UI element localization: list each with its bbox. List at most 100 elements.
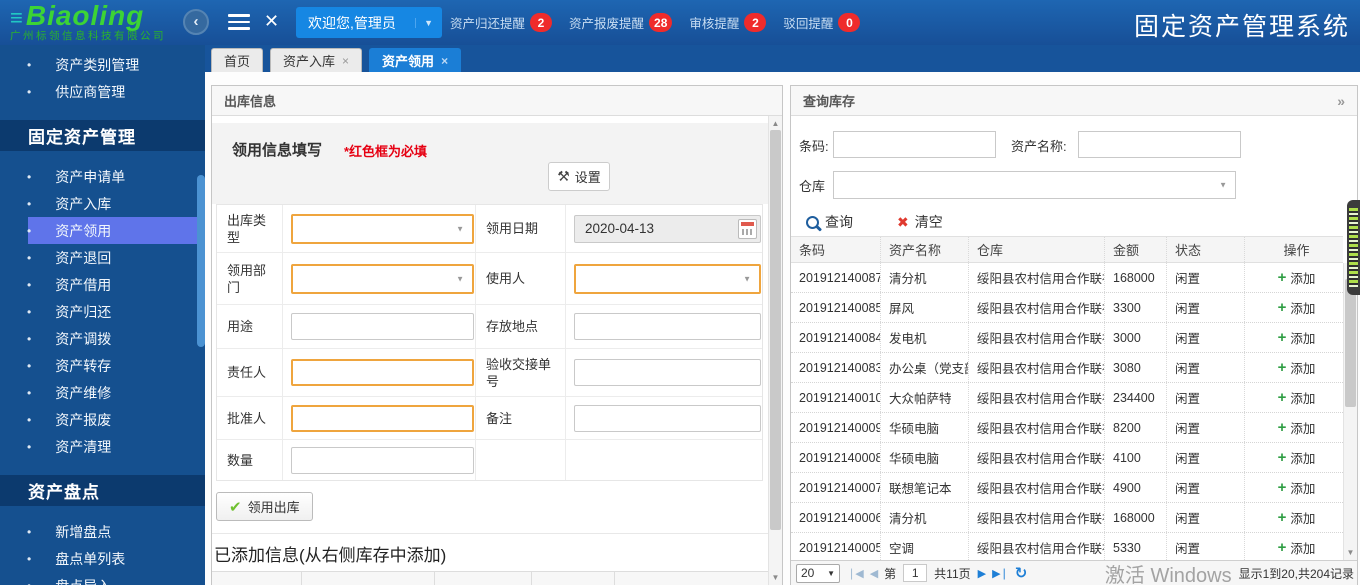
settings-button[interactable]: ⚒ 设置 xyxy=(548,162,610,191)
add-label: 添加 xyxy=(1290,328,1315,347)
add-action-button[interactable]: +添加 xyxy=(1245,353,1343,382)
tab-close-icon[interactable]: × xyxy=(441,54,448,68)
table-row[interactable]: 201912140087清分机绥阳县农村信用合作联社刘168000闲置+添加 xyxy=(791,263,1343,293)
outbound-scrollbar[interactable]: ▲ ▼ xyxy=(768,116,782,585)
table-row[interactable]: 201912140083办公桌（党支部办绥阳县农村信用合作联社刘3080闲置+添… xyxy=(791,353,1343,383)
warehouse-select[interactable]: ▼ xyxy=(833,171,1236,199)
form-text-input[interactable] xyxy=(291,447,474,474)
sidebar-item[interactable]: •盘点单列表 xyxy=(0,545,205,572)
check-icon: ✔ xyxy=(229,498,242,516)
cell-status: 闲置 xyxy=(1167,323,1245,352)
sidebar-item[interactable]: •资产转存 xyxy=(0,352,205,379)
add-action-button[interactable]: +添加 xyxy=(1245,323,1343,352)
form-field-cell: 2020-04-13 xyxy=(566,205,762,253)
close-icon[interactable]: ✕ xyxy=(264,11,279,32)
sidebar-item[interactable]: •资产调拨 xyxy=(0,325,205,352)
sidebar-item[interactable]: •盘点导入 xyxy=(0,572,205,585)
add-action-button[interactable]: +添加 xyxy=(1245,263,1343,292)
table-row[interactable]: 201912140085屏风绥阳县农村信用合作联社刘3300闲置+添加 xyxy=(791,293,1343,323)
search-button[interactable]: 查询 xyxy=(806,212,853,232)
asset-name-input[interactable] xyxy=(1078,131,1241,158)
column-header: 仓库 xyxy=(969,237,1105,262)
sidebar-item[interactable]: •资产报废 xyxy=(0,406,205,433)
table-row[interactable]: 201912140008华硕电脑绥阳县农村信用合作联社刘4100闲置+添加 xyxy=(791,443,1343,473)
sidebar-item[interactable]: •资产退回 xyxy=(0,244,205,271)
sidebar-item[interactable]: •资产清理 xyxy=(0,433,205,460)
tab-close-icon[interactable]: × xyxy=(342,54,349,68)
scrollbar-thumb[interactable] xyxy=(770,130,781,530)
table-row[interactable]: 201912140007联想笔记本绥阳县农村信用合作联社刘4900闲置+添加 xyxy=(791,473,1343,503)
sidebar-item[interactable]: •资产归还 xyxy=(0,298,205,325)
bullet-icon: • xyxy=(27,332,31,346)
inventory-scrollbar[interactable]: ▲ ▼ xyxy=(1343,263,1357,560)
add-action-button[interactable]: +添加 xyxy=(1245,383,1343,412)
notification-item[interactable]: 审核提醒2 xyxy=(689,13,766,32)
sidebar-collapse-button[interactable]: ‹ xyxy=(183,9,209,35)
form-text-input[interactable] xyxy=(291,313,474,340)
notification-item[interactable]: 资产归还提醒2 xyxy=(450,13,552,32)
page-number-input[interactable]: 1 xyxy=(903,564,927,582)
table-row[interactable]: 201912140009华硕电脑绥阳县农村信用合作联社刘8200闲置+添加 xyxy=(791,413,1343,443)
sidebar-item[interactable]: •资产维修 xyxy=(0,379,205,406)
form-text-input[interactable] xyxy=(574,313,761,340)
first-page-button[interactable]: ❘◀ xyxy=(847,567,863,580)
date-input[interactable]: 2020-04-13 xyxy=(574,215,761,243)
form-select[interactable]: ▼ xyxy=(291,264,474,294)
plus-icon: + xyxy=(1278,299,1287,316)
welcome-user-button[interactable]: 欢迎您,管理员 ▼ xyxy=(296,7,442,38)
page-size-select[interactable]: 20 ▼ xyxy=(796,564,840,583)
calendar-icon[interactable] xyxy=(738,219,757,239)
requisition-submit-button[interactable]: ✔ 领用出库 xyxy=(216,492,313,521)
form-text-input[interactable] xyxy=(291,405,474,432)
notification-item[interactable]: 驳回提醒0 xyxy=(783,13,860,32)
form-select[interactable]: ▼ xyxy=(291,214,474,244)
add-action-button[interactable]: +添加 xyxy=(1245,293,1343,322)
form-field-label: 责任人 xyxy=(217,349,283,397)
scroll-down-icon[interactable]: ▼ xyxy=(769,573,782,582)
notification-item[interactable]: 资产报废提醒28 xyxy=(569,13,672,32)
last-page-button[interactable]: ▶❘ xyxy=(992,567,1008,580)
refresh-icon[interactable]: ↻ xyxy=(1015,564,1028,582)
tab-asset-requisition[interactable]: 资产领用× xyxy=(369,48,461,72)
sidebar-item-label: 资产清理 xyxy=(55,437,111,457)
sidebar-item[interactable]: •资产入库 xyxy=(0,190,205,217)
scrollbar-thumb[interactable] xyxy=(1345,279,1356,407)
sidebar-scrollbar[interactable] xyxy=(197,175,205,347)
sidebar-item-label: 资产报废 xyxy=(55,410,111,430)
add-action-button[interactable]: +添加 xyxy=(1245,443,1343,472)
sidebar-item[interactable]: •资产类别管理 xyxy=(0,51,205,78)
table-row[interactable]: 201912140010大众帕萨特绥阳县农村信用合作联社刘234400闲置+添加 xyxy=(791,383,1343,413)
collapse-panel-icon[interactable]: » xyxy=(1337,93,1345,109)
table-row[interactable]: 201912140084发电机绥阳县农村信用合作联社刘3000闲置+添加 xyxy=(791,323,1343,353)
barcode-input[interactable] xyxy=(833,131,996,158)
cell-warehouse: 绥阳县农村信用合作联社刘 xyxy=(969,383,1105,412)
table-row[interactable]: 201912140006清分机绥阳县农村信用合作联社刘168000闲置+添加 xyxy=(791,503,1343,533)
form-select[interactable]: ▼ xyxy=(574,264,761,294)
sidebar-item[interactable]: •新增盘点 xyxy=(0,518,205,545)
tab-asset-in[interactable]: 资产入库 × xyxy=(270,48,362,72)
add-action-button[interactable]: +添加 xyxy=(1245,503,1343,532)
hamburger-menu-icon[interactable] xyxy=(228,14,250,34)
sidebar-item[interactable]: •供应商管理 xyxy=(0,78,205,105)
form-field-label: 存放地点 xyxy=(476,305,566,349)
add-action-button[interactable]: +添加 xyxy=(1245,533,1343,560)
scroll-up-icon[interactable]: ▲ xyxy=(769,119,782,128)
prev-page-button[interactable]: ◀ xyxy=(870,567,877,580)
add-action-button[interactable]: +添加 xyxy=(1245,413,1343,442)
form-text-input[interactable] xyxy=(574,359,761,386)
form-field-label: 领用日期 xyxy=(476,205,566,253)
form-text-input[interactable] xyxy=(291,359,474,386)
form-text-input[interactable] xyxy=(574,405,761,432)
table-row[interactable]: 201912140005空调绥阳县农村信用合作联社刘5330闲置+添加 xyxy=(791,533,1343,560)
scroll-down-icon[interactable]: ▼ xyxy=(1344,548,1357,557)
next-page-button[interactable]: ▶ xyxy=(978,567,985,580)
sidebar-item[interactable]: •资产申请单 xyxy=(0,163,205,190)
tab-label: 资产入库 xyxy=(283,51,335,70)
add-action-button[interactable]: +添加 xyxy=(1245,473,1343,502)
bullet-icon: • xyxy=(27,85,31,99)
sidebar-item[interactable]: •资产借用 xyxy=(0,271,205,298)
tab-home[interactable]: 首页 xyxy=(211,48,263,72)
clear-button[interactable]: ✖ 清空 xyxy=(897,212,943,232)
column-header: 资产名称 xyxy=(881,237,969,262)
sidebar-item[interactable]: •资产领用 xyxy=(0,217,205,244)
